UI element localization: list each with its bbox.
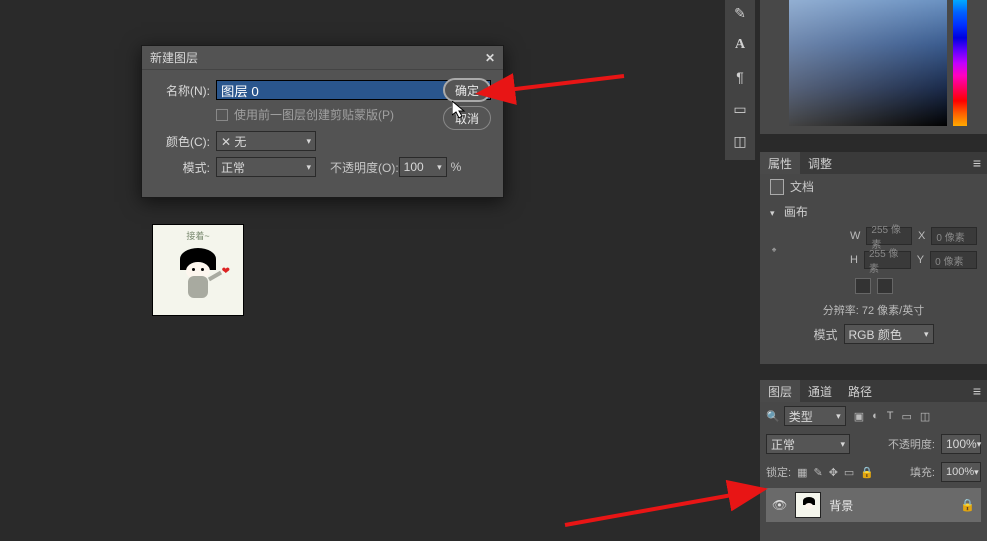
tool-strip: ✎ A ¶ ▭ ◫ [725, 0, 755, 160]
filter-shape-icon[interactable]: ▭ [902, 410, 912, 423]
filter-icons: ▣ ◐ T ▭ ◫ [854, 410, 931, 423]
document-icon [770, 179, 784, 195]
layer-thumbnail[interactable] [795, 492, 821, 518]
resolution-label: 分辨率: 72 像素/英寸 [760, 300, 987, 320]
width-input[interactable]: 255 像素 [866, 227, 912, 245]
layer-name: 背景 [829, 497, 853, 514]
opacity-input[interactable]: 100 ▾ [399, 157, 447, 177]
filter-adjust-icon[interactable]: ◐ [872, 410, 879, 423]
lock-artboard-icon[interactable]: ▭ [844, 466, 854, 479]
properties-tabs: 属性 调整 ≡ [760, 152, 987, 174]
ok-button[interactable]: 确定 [443, 78, 491, 102]
close-icon[interactable]: ✕ [485, 51, 495, 65]
filter-type-icon[interactable]: T [887, 410, 894, 423]
landscape-button[interactable] [877, 278, 893, 294]
fill-input[interactable]: 100%▾ [941, 462, 981, 482]
search-icon: 🔍 [766, 410, 780, 423]
chevron-down-icon: ▾ [306, 136, 311, 147]
collapse-icon[interactable]: ≡ [967, 155, 987, 171]
doc-label: 文档 [790, 178, 814, 195]
chevron-down-icon: ▾ [924, 329, 929, 340]
dialog-titlebar[interactable]: 新建图层 ✕ [142, 46, 503, 70]
twirl-down-icon: ▾ [770, 208, 775, 218]
opacity-unit: % [451, 160, 462, 174]
link-icon[interactable]: 𝄌 [772, 245, 776, 260]
lock-brush-icon[interactable]: ✎ [813, 466, 822, 479]
chevron-down-icon: ▾ [840, 439, 845, 450]
colormode-label: 模式 [813, 326, 837, 343]
collapse-icon[interactable]: ≡ [967, 383, 987, 399]
layer-row-background[interactable]: 👁 背景 🔒 [766, 488, 981, 522]
pen-tool-icon[interactable]: ✎ [731, 4, 749, 22]
lock-pixels-icon[interactable]: ▦ [797, 466, 807, 479]
mode-label: 模式: [154, 159, 216, 176]
tab-layers[interactable]: 图层 [760, 380, 800, 402]
tab-adjust[interactable]: 调整 [800, 152, 840, 174]
height-input[interactable]: 255 像素 [864, 251, 911, 269]
visibility-icon[interactable]: 👁 [772, 498, 787, 512]
lock-all-icon[interactable]: 🔒 [860, 466, 874, 479]
type-tool-icon[interactable]: A [731, 36, 749, 54]
blend-select[interactable]: 正常 ▾ [766, 434, 850, 454]
cartoon-girl: ❤ [168, 244, 228, 310]
portrait-button[interactable] [855, 278, 871, 294]
tab-paths[interactable]: 路径 [840, 380, 880, 402]
chevron-down-icon: ▾ [437, 162, 442, 173]
dialog-title: 新建图层 [150, 49, 198, 66]
layers-tabs: 图层 通道 路径 ≡ [760, 380, 987, 402]
tab-channels[interactable]: 通道 [800, 380, 840, 402]
new-layer-dialog: 新建图层 ✕ 名称(N): 使用前一图层创建剪贴蒙版(P) 颜色(C): ✕ 无… [141, 45, 504, 198]
color-field[interactable] [789, 0, 947, 126]
opacity-label: 不透明度(O): [330, 159, 399, 176]
filter-smart-icon[interactable]: ◫ [920, 410, 930, 423]
layer-opacity-input[interactable]: 100%▾ [941, 434, 981, 454]
doc-icon[interactable]: ▭ [731, 100, 749, 118]
name-label: 名称(N): [154, 82, 216, 99]
canvas-area: 新建图层 ✕ 名称(N): 使用前一图层创建剪贴蒙版(P) 颜色(C): ✕ 无… [0, 0, 720, 541]
lock-position-icon[interactable]: ✥ [829, 466, 838, 479]
lock-icon[interactable]: 🔒 [960, 498, 975, 512]
tab-properties[interactable]: 属性 [760, 152, 800, 174]
colormode-select[interactable]: RGB 颜色 ▾ [844, 324, 934, 344]
x-input[interactable]: 0 像素 [931, 227, 977, 245]
hue-slider[interactable] [953, 0, 967, 126]
filter-image-icon[interactable]: ▣ [854, 410, 864, 423]
color-label: 颜色(C): [154, 133, 216, 150]
properties-panel: 文档 ▾ 画布 W 255 像素 X 0 像素 H 255 像素 Y 0 像素 … [760, 174, 987, 364]
clip-checkbox[interactable] [216, 109, 228, 121]
canvas-document[interactable]: 接着~ ❤ [152, 224, 244, 316]
chevron-down-icon: ▾ [306, 162, 311, 173]
frame-icon[interactable]: ◫ [731, 132, 749, 150]
chevron-down-icon: ▾ [836, 411, 841, 422]
layers-panel: 🔍 类型 ▾ ▣ ◐ T ▭ ◫ 正常 ▾ 不透明度: 100%▾ 锁定: ▦ … [760, 402, 987, 541]
thumb-caption: 接着~ [157, 229, 239, 242]
color-select[interactable]: ✕ 无 ▾ [216, 131, 316, 151]
paragraph-icon[interactable]: ¶ [731, 68, 749, 86]
clip-label: 使用前一图层创建剪贴蒙版(P) [234, 106, 394, 123]
filter-select[interactable]: 类型 ▾ [784, 406, 846, 426]
y-input[interactable]: 0 像素 [930, 251, 977, 269]
orientation-buttons [760, 278, 987, 294]
mode-select[interactable]: 正常 ▾ [216, 157, 316, 177]
cancel-button[interactable]: 取消 [443, 106, 491, 130]
